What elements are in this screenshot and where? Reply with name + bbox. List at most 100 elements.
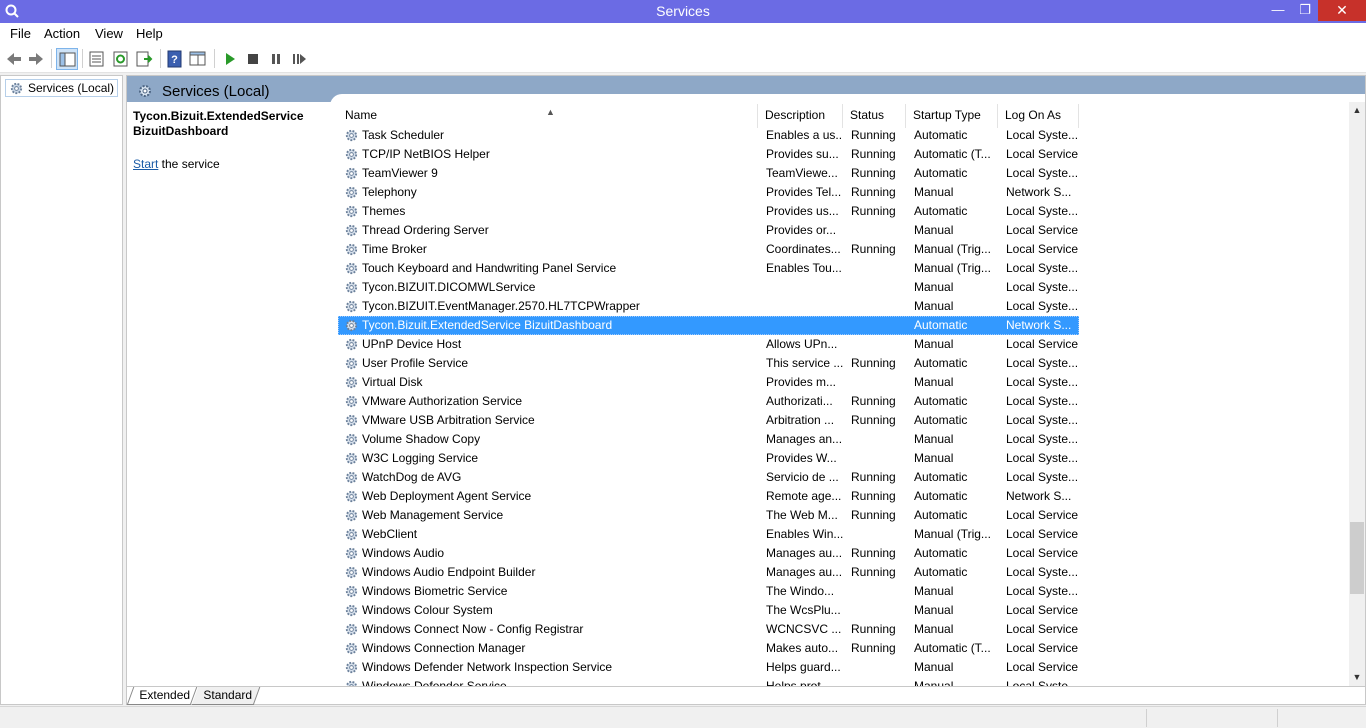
close-button[interactable]: ✕ [1318, 0, 1366, 21]
service-name: WebClient [362, 527, 418, 541]
pause-service-button[interactable] [265, 48, 287, 70]
table-row[interactable]: WebClient Enables Win... Manual (Trig... Lo… [338, 525, 1079, 544]
service-name: Windows Audio [362, 546, 445, 560]
scroll-down-arrow-icon[interactable]: ▼ [1349, 669, 1365, 686]
help-button[interactable]: ? [164, 48, 186, 70]
column-header-name[interactable]: ▲ Name [338, 104, 758, 128]
service-startup-type: Automatic [914, 565, 968, 579]
tree-item-services-local[interactable]: Services (Local) [5, 79, 119, 97]
stop-service-button[interactable] [242, 48, 264, 70]
service-name: W3C Logging Service [362, 451, 479, 465]
tab-extended[interactable]: Extended [126, 687, 198, 705]
service-name: Tycon.BIZUIT.EventManager.2570.HL7TCPWra… [362, 299, 640, 313]
service-log-on-as: Local Service [1006, 603, 1079, 617]
menu-help[interactable]: Help [136, 26, 163, 41]
table-row[interactable]: Windows Audio Endpoint Builder Manages au… [338, 563, 1079, 582]
properties-button[interactable] [86, 48, 108, 70]
show-hide-console-tree-button[interactable] [56, 48, 78, 70]
service-gear-icon [345, 243, 358, 256]
column-header-description[interactable]: Description [758, 104, 843, 128]
console-tree-icon [59, 52, 76, 67]
export-list-button[interactable] [133, 48, 155, 70]
scroll-up-arrow-icon[interactable]: ▲ [1349, 102, 1365, 119]
table-row[interactable]: Windows Defender Network Inspection Serv… [338, 658, 1079, 677]
service-name: Windows Biometric Service [362, 584, 508, 598]
menu-action[interactable]: Action [44, 26, 80, 41]
service-status [851, 430, 906, 449]
column-header-startup-type[interactable]: Startup Type [906, 104, 998, 128]
service-description: TeamViewe... [766, 166, 838, 180]
minimize-button[interactable]: — [1264, 0, 1292, 21]
menu-view[interactable]: View [95, 26, 123, 41]
table-row[interactable]: Windows Colour System The WcsPlu... Manual… [338, 601, 1079, 620]
service-name: Web Management Service [362, 508, 504, 522]
refresh-button[interactable] [110, 48, 132, 70]
service-log-on-as: Local Syste... [1006, 394, 1079, 408]
vertical-scrollbar[interactable]: ▲ ▼ [1349, 102, 1365, 686]
table-row[interactable]: VMware USB Arbitration Service Arbitratio… [338, 411, 1079, 430]
service-name: Volume Shadow Copy [362, 432, 481, 446]
service-startup-type: Manual [914, 223, 954, 237]
window-title: Services [656, 3, 710, 19]
table-row[interactable]: Themes Provides us... Running Automatic Loca… [338, 202, 1079, 221]
table-row[interactable]: Windows Connection Manager Makes auto... R… [338, 639, 1079, 658]
tab-standard[interactable]: Standard [191, 687, 261, 705]
table-row[interactable]: Windows Audio Manages au... Running Automat… [338, 544, 1079, 563]
service-log-on-as: Local Syste... [1006, 204, 1079, 218]
table-row[interactable]: Tycon.BIZUIT.DICOMWLService Manual Local S… [338, 278, 1079, 297]
table-row[interactable]: WatchDog de AVG Servicio de ... Running Aut… [338, 468, 1079, 487]
service-startup-type: Manual [914, 375, 954, 389]
service-log-on-as: Local Syste... [1006, 166, 1079, 180]
table-row[interactable]: Touch Keyboard and Handwriting Panel Ser… [338, 259, 1079, 278]
tab-label: Extended [139, 688, 191, 702]
service-log-on-as: Local Service [1006, 508, 1079, 522]
table-row[interactable]: Windows Defender Service Helps prot... Man… [338, 677, 1079, 686]
table-row[interactable]: Telephony Provides Tel... Running Manual Net… [338, 183, 1079, 202]
column-header-status[interactable]: Status [843, 104, 906, 128]
show-hide-action-pane-button[interactable] [187, 48, 209, 70]
table-row[interactable]: VMware Authorization Service Authorizati.… [338, 392, 1079, 411]
service-description: Authorizati... [766, 394, 833, 408]
maximize-button[interactable]: ❐ [1292, 0, 1318, 21]
service-description: Manages an... [766, 432, 843, 446]
table-row[interactable]: Task Scheduler Enables a us... Running Auto… [338, 126, 1079, 145]
table-row[interactable]: TCP/IP NetBIOS Helper Provides su... Runni… [338, 145, 1079, 164]
table-row[interactable]: Time Broker Coordinates... Running Manual (… [338, 240, 1079, 259]
export-list-icon [136, 51, 153, 67]
back-button[interactable] [3, 48, 25, 70]
table-row[interactable]: W3C Logging Service Provides W... Manual Lo… [338, 449, 1079, 468]
table-row[interactable]: User Profile Service This service ... Runn… [338, 354, 1079, 373]
service-gear-icon [345, 661, 358, 674]
service-startup-type: Manual [914, 622, 954, 636]
scroll-thumb[interactable] [1350, 522, 1364, 594]
forward-button[interactable] [25, 48, 47, 70]
service-status: Running [851, 128, 896, 142]
menu-file[interactable]: File [10, 26, 31, 41]
service-gear-icon [345, 338, 358, 351]
table-row[interactable]: Virtual Disk Provides m... Manual Local Sys… [338, 373, 1079, 392]
service-description: This service ... [766, 356, 843, 370]
table-row[interactable]: Tycon.BIZUIT.EventManager.2570.HL7TCPWra… [338, 297, 1079, 316]
table-row[interactable]: Web Deployment Agent Service Remote age..… [338, 487, 1079, 506]
table-row[interactable]: UPnP Device Host Allows UPn... Manual Local… [338, 335, 1079, 354]
service-description: The Web M... [766, 508, 838, 522]
table-row[interactable]: Thread Ordering Server Provides or... Manu… [338, 221, 1079, 240]
service-gear-icon [345, 452, 358, 465]
service-name: WatchDog de AVG [362, 470, 462, 484]
table-row[interactable]: Windows Connect Now - Config Registrar WC… [338, 620, 1079, 639]
start-service-button[interactable] [219, 48, 241, 70]
table-row[interactable]: Volume Shadow Copy Manages an... Manual Loc… [338, 430, 1079, 449]
table-row[interactable]: Web Management Service The Web M... Runnin… [338, 506, 1079, 525]
service-name: Windows Connect Now - Config Registrar [362, 622, 584, 636]
restart-service-button[interactable] [288, 48, 310, 70]
service-startup-type: Automatic (T... [914, 641, 991, 655]
table-row[interactable]: Windows Biometric Service The Windo... Man… [338, 582, 1079, 601]
table-row[interactable]: TeamViewer 9 TeamViewe... Running Automatic… [338, 164, 1079, 183]
service-description: The WcsPlu... [766, 603, 841, 617]
start-service-link[interactable]: Start [133, 157, 158, 171]
service-startup-type: Automatic (T... [914, 147, 991, 161]
column-header-log-on-as[interactable]: Log On As [998, 104, 1079, 128]
table-row[interactable]: Tycon.Bizuit.ExtendedService BizuitDashb… [338, 316, 1079, 335]
service-log-on-as: Local Service [1006, 527, 1079, 541]
service-status: Running [851, 546, 896, 560]
